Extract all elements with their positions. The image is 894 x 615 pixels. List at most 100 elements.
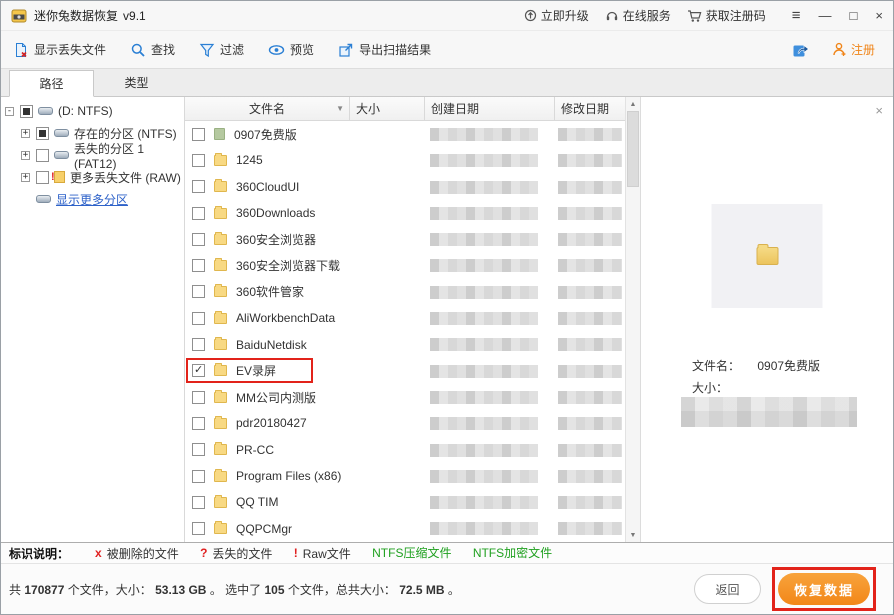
legend-label: 丢失的文件 — [212, 545, 272, 562]
partition-icon — [54, 151, 69, 159]
tree-item[interactable]: - (D: NTFS) — [1, 100, 184, 122]
file-row[interactable]: 360CloudUI — [185, 174, 625, 200]
column-header-size[interactable]: 大小 — [350, 97, 425, 120]
tree-item-label[interactable]: 显示更多分区 — [56, 191, 128, 208]
file-row[interactable]: 0907免费版 — [185, 121, 625, 147]
back-button[interactable]: 返回 — [694, 574, 761, 604]
recover-button[interactable]: 恢复数据 — [778, 573, 870, 605]
created-date-redacted — [430, 522, 538, 535]
status-segment: 72.5 MB — [399, 583, 444, 597]
toolbar-button-find[interactable]: 查找 — [118, 36, 187, 64]
tree-expander-icon[interactable]: + — [21, 129, 30, 138]
legend-bar: 标识说明： x 被删除的文件 ? 丢失的文件 ! Raw文件 — [1, 542, 893, 563]
preview-close-button[interactable]: × — [875, 103, 883, 118]
legend-label: Raw文件 — [303, 545, 351, 562]
file-row[interactable]: 1245 — [185, 147, 625, 173]
register-button[interactable]: 注册 — [832, 41, 875, 58]
tab-bar: 路径 类型 — [1, 69, 893, 97]
legend-item: NTFS加密文件 — [473, 544, 552, 561]
modified-date-redacted — [558, 181, 622, 194]
modified-date-redacted — [558, 522, 622, 535]
file-row[interactable]: pdr20180427 — [185, 410, 625, 436]
column-header-filename[interactable]: 文件名 ▼ — [185, 97, 350, 120]
titlebar-menu-item-getcode[interactable]: 获取注册码 — [687, 7, 766, 24]
file-row[interactable]: Program Files (x86) — [185, 463, 625, 489]
created-date-redacted — [430, 259, 538, 272]
tab-path[interactable]: 路径 — [9, 70, 94, 97]
file-name: 360安全浏览器 — [236, 231, 316, 248]
share-button[interactable] — [792, 41, 810, 58]
minimize-button[interactable]: — — [819, 9, 832, 22]
folder-icon — [214, 128, 225, 140]
scrollbar-thumb[interactable] — [627, 111, 639, 187]
row-checkbox[interactable] — [192, 391, 205, 404]
scrollbar[interactable]: ▲ ▼ — [625, 97, 640, 542]
tree-item[interactable]: + 更多丢失文件 (RAW) — [1, 166, 184, 188]
row-checkbox[interactable] — [192, 233, 205, 246]
toolbar-button-show-lost-files[interactable]: 显示丢失文件 — [13, 36, 118, 64]
tree-item[interactable]: + 丢失的分区 1 (FAT12) — [1, 144, 184, 166]
folder-icon — [214, 444, 227, 455]
file-row[interactable]: PR-CC — [185, 437, 625, 463]
tree-checkbox[interactable] — [36, 171, 49, 184]
tree-item-label[interactable]: 丢失的分区 1 (FAT12) — [74, 140, 184, 171]
file-row[interactable]: 360Downloads — [185, 200, 625, 226]
titlebar-menu-item-upgrade[interactable]: 立即升级 — [524, 7, 589, 24]
row-checkbox[interactable] — [192, 180, 205, 193]
tree-expander-icon[interactable]: - — [5, 107, 14, 116]
file-row[interactable]: MM公司内测版 — [185, 384, 625, 410]
row-checkbox[interactable] — [192, 154, 205, 167]
row-checkbox[interactable] — [192, 207, 205, 220]
column-header-created[interactable]: 创建日期 — [425, 97, 555, 120]
file-row[interactable]: QQPCMgr — [185, 515, 625, 541]
row-checkbox[interactable] — [192, 128, 205, 141]
row-checkbox[interactable] — [192, 312, 205, 325]
tree-expander-icon[interactable]: + — [21, 173, 30, 182]
toolbar-button-preview[interactable]: 预览 — [256, 36, 326, 64]
toolbar-button-filter[interactable]: 过滤 — [187, 36, 256, 64]
tree-item-label[interactable]: (D: NTFS) — [58, 104, 113, 118]
file-row[interactable]: BaiduNetdisk — [185, 331, 625, 357]
status-segment: 个文件，总共大小： — [288, 583, 399, 597]
toolbar-button-export[interactable]: 导出扫描结果 — [326, 36, 443, 64]
titlebar-menu-item-service[interactable]: 在线服务 — [605, 7, 671, 24]
search-icon — [130, 42, 146, 58]
tab-type[interactable]: 类型 — [94, 69, 179, 96]
tree-checkbox[interactable] — [20, 105, 33, 118]
tree-checkbox[interactable] — [36, 127, 49, 140]
file-row[interactable]: 360软件管家 — [185, 279, 625, 305]
file-row[interactable]: 360安全浏览器下载 — [185, 252, 625, 278]
scrollbar-track[interactable] — [626, 111, 640, 528]
recover-button-highlight: 恢复数据 — [772, 567, 876, 611]
scrollbar-up-button[interactable]: ▲ — [626, 97, 640, 111]
tree-item[interactable]: 显示更多分区 — [1, 188, 184, 210]
status-segment: 共 — [9, 583, 21, 597]
menu-button[interactable]: ≡ — [792, 8, 801, 23]
row-checkbox[interactable] — [192, 417, 205, 430]
file-row[interactable]: AliWorkbenchData — [185, 305, 625, 331]
row-checkbox[interactable] — [192, 259, 205, 272]
file-row[interactable]: QQ TIM — [185, 489, 625, 515]
column-header-modified[interactable]: 修改日期 — [555, 97, 625, 120]
sort-icon[interactable]: ▼ — [336, 104, 344, 113]
tree-item-label[interactable]: 更多丢失文件 (RAW) — [70, 169, 181, 186]
tree-expander-icon[interactable]: + — [21, 151, 30, 160]
row-checkbox[interactable] — [192, 443, 205, 456]
status-segment: 。 — [448, 583, 460, 597]
file-row[interactable]: EV录屏 — [185, 358, 625, 384]
maximize-button[interactable]: □ — [850, 9, 858, 22]
close-button[interactable]: × — [875, 9, 883, 22]
tree-checkbox[interactable] — [36, 149, 49, 162]
app-window: 迷你兔数据恢复 v9.1 立即升级 在线服务 获取注册码 — [0, 0, 894, 615]
created-date-redacted — [430, 286, 538, 299]
scrollbar-down-button[interactable]: ▼ — [626, 528, 640, 542]
file-row[interactable]: 360安全浏览器 — [185, 226, 625, 252]
main-content: - (D: NTFS) + 存在的分区 (NTFS) + 丢失的分区 — [1, 97, 893, 542]
row-checkbox[interactable] — [192, 338, 205, 351]
row-checkbox[interactable] — [192, 522, 205, 535]
row-checkbox[interactable] — [192, 470, 205, 483]
file-name: QQ TIM — [236, 495, 278, 509]
row-checkbox[interactable] — [192, 496, 205, 509]
row-checkbox[interactable] — [192, 285, 205, 298]
preview-filename-label: 文件名： — [692, 359, 740, 373]
